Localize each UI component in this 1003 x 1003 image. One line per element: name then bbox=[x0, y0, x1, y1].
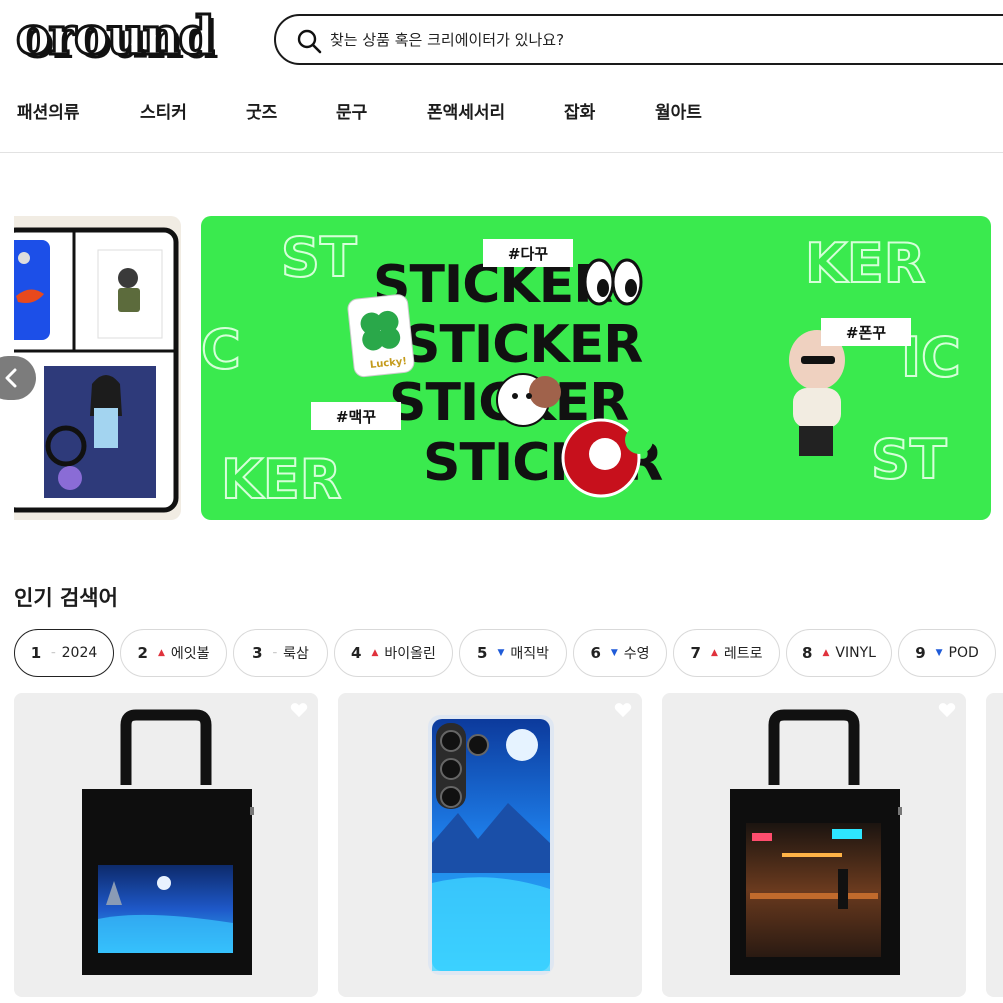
oround-logo[interactable]: oround oround bbox=[14, 12, 232, 66]
phone-case-display-image bbox=[14, 227, 179, 513]
hashtag-dakku[interactable]: #다꾸 bbox=[483, 239, 573, 267]
trend-down-icon: ▼ bbox=[497, 648, 505, 658]
svg-text:ST: ST bbox=[871, 428, 947, 491]
trend-up-icon: ▲ bbox=[822, 648, 830, 658]
popular-keyword-list: 1 – 2024 2 ▲ 에잇볼 3 – 룩삼 4 ▲ 바이올린 5 ▼ 매직박… bbox=[14, 629, 1003, 677]
nav-item-goods[interactable]: 굿즈 bbox=[246, 98, 277, 123]
keyword-chip[interactable]: 2 ▲ 에잇볼 bbox=[120, 629, 227, 677]
trend-up-icon: ▲ bbox=[157, 648, 165, 658]
hashtag-ponkku[interactable]: #폰꾸 bbox=[821, 318, 911, 346]
heart-icon[interactable] bbox=[290, 702, 308, 718]
keyword-chip[interactable]: 3 – 룩삼 bbox=[233, 629, 328, 677]
carousel-prev-button[interactable] bbox=[0, 356, 36, 400]
product-card-partial[interactable] bbox=[986, 693, 1003, 997]
tote-bag-image bbox=[730, 709, 902, 975]
nav-item-sticker[interactable]: 스티커 bbox=[140, 98, 187, 123]
svg-text:IC: IC bbox=[201, 318, 241, 381]
svg-text:oround: oround bbox=[16, 12, 214, 66]
keyword-chip[interactable]: 8 ▲ VINYL bbox=[786, 629, 892, 677]
popular-searches-title: 인기 검색어 bbox=[14, 586, 118, 610]
sticker-promo-banner[interactable]: ST KER IC IC KER ST STICKER STICKER STIC… bbox=[201, 216, 991, 520]
keyword-chip[interactable]: 4 ▲ 바이올린 bbox=[334, 629, 453, 677]
nav-item-wall-art[interactable]: 월아트 bbox=[655, 98, 702, 123]
search-bar[interactable] bbox=[274, 14, 1003, 65]
trend-up-icon: ▲ bbox=[371, 648, 379, 658]
product-card[interactable] bbox=[338, 693, 642, 997]
product-grid bbox=[14, 693, 1003, 1003]
trend-same-icon: – bbox=[51, 648, 56, 658]
keyword-chip[interactable]: 9 ▼ POD bbox=[898, 629, 996, 677]
nav-item-phone-accessories[interactable]: 폰액세서리 bbox=[427, 98, 505, 123]
trend-up-icon: ▲ bbox=[710, 648, 718, 658]
trend-down-icon: ▼ bbox=[935, 648, 943, 658]
keyword-chip[interactable]: 6 ▼ 수영 bbox=[573, 629, 667, 677]
heart-icon[interactable] bbox=[938, 702, 956, 718]
site-header: oround oround 패션의류 스티커 굿즈 문구 폰액세서리 잡화 월아… bbox=[0, 0, 1003, 153]
nav-item-stationery[interactable]: 문구 bbox=[336, 98, 367, 123]
previous-banner-slide[interactable] bbox=[14, 216, 181, 520]
banner-carousel: ST KER IC IC KER ST STICKER STICKER STIC… bbox=[0, 216, 1003, 521]
product-card[interactable] bbox=[662, 693, 966, 997]
phone-case-image bbox=[428, 715, 554, 975]
keyword-chip[interactable]: 1 – 2024 bbox=[14, 629, 114, 677]
sticker-banner-artwork: ST KER IC IC KER ST STICKER STICKER STIC… bbox=[201, 225, 962, 512]
svg-text:KER: KER bbox=[805, 232, 925, 295]
hashtag-maekku[interactable]: #맥꾸 bbox=[311, 402, 401, 430]
search-icon[interactable] bbox=[296, 28, 322, 54]
trend-down-icon: ▼ bbox=[610, 648, 618, 658]
svg-text:KER: KER bbox=[221, 448, 341, 511]
svg-text:STICKER: STICKER bbox=[403, 315, 642, 375]
tote-bag-image bbox=[82, 709, 254, 975]
trend-same-icon: – bbox=[272, 648, 278, 658]
nav-item-fashion[interactable]: 패션의류 bbox=[17, 98, 80, 123]
search-input[interactable] bbox=[330, 26, 930, 54]
chevron-left-icon bbox=[5, 368, 17, 388]
keyword-chip[interactable]: 5 ▼ 매직박 bbox=[459, 629, 567, 677]
keyword-chip[interactable]: 7 ▲ 레트로 bbox=[673, 629, 780, 677]
heart-icon[interactable] bbox=[614, 702, 632, 718]
product-card[interactable] bbox=[14, 693, 318, 997]
svg-text:ST: ST bbox=[281, 226, 357, 289]
nav-item-misc[interactable]: 잡화 bbox=[564, 98, 595, 123]
